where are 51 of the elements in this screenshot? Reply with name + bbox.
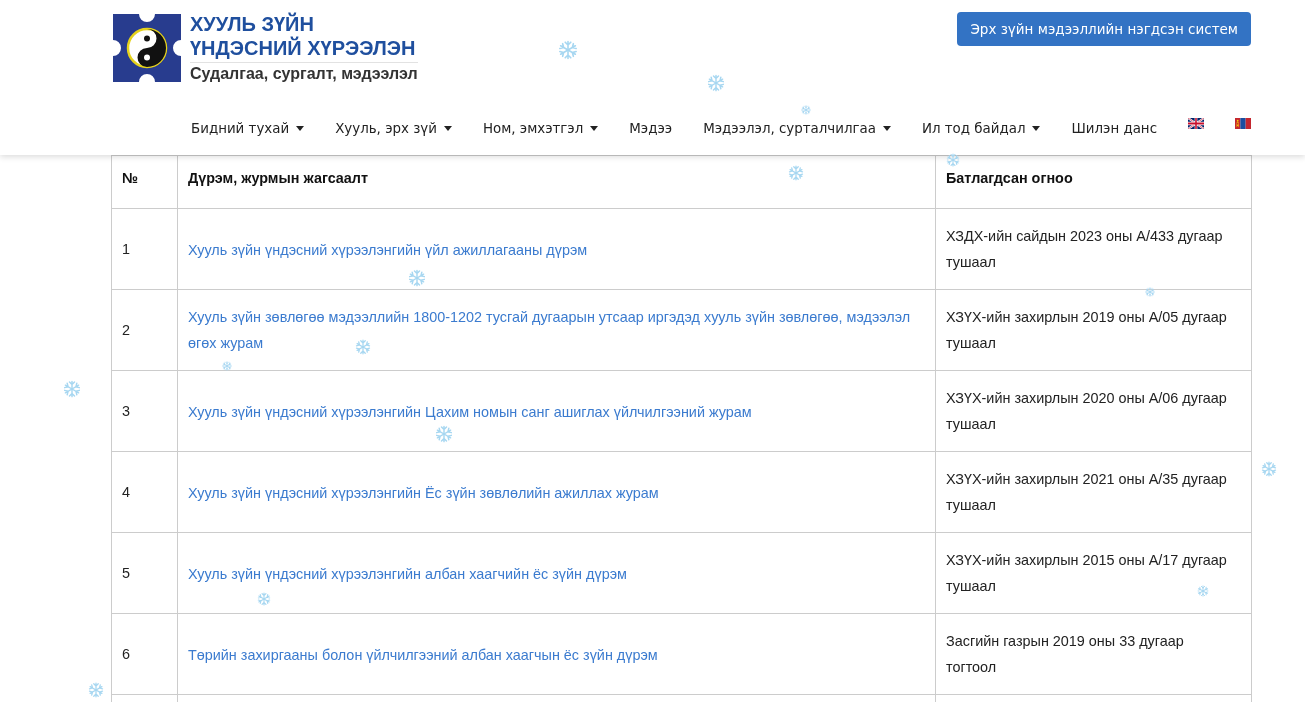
- column-header: Батлагдсан огноо: [935, 155, 1252, 209]
- snowflake-icon: [946, 153, 960, 167]
- nav-link[interactable]: Бидний тухай: [191, 120, 305, 136]
- snowflake-icon: [88, 682, 104, 698]
- column-header: Дүрэм, журмын жагсаалт: [177, 155, 936, 209]
- row-number-cell: 4: [111, 451, 178, 533]
- snowflake-icon: [801, 105, 811, 115]
- snowflake-icon: [1261, 461, 1277, 477]
- snowflake-icon: [222, 361, 232, 371]
- mongolian-flag-icon[interactable]: [1235, 118, 1251, 129]
- row-number-cell: 2: [111, 289, 178, 371]
- snowflake-icon: [707, 74, 725, 92]
- row-number-cell: 3: [111, 370, 178, 452]
- snowflake-icon: [257, 592, 271, 606]
- caret-icon: [443, 125, 452, 131]
- nav-link[interactable]: Шилэн данс: [1071, 120, 1157, 136]
- rule-link[interactable]: Хууль зүйн үндэсний хүрээлэнгийн албан хаагчийн ёс зүйн дүрэм: [188, 560, 627, 587]
- column-header: №: [111, 155, 178, 209]
- caret-icon: [296, 125, 305, 131]
- approval-cell: ХЗҮХ-ийн захирлын 2020 оны А/06 дугаар тушаал: [935, 370, 1252, 452]
- row-number-cell: 5: [111, 532, 178, 614]
- caret-icon: [590, 125, 599, 131]
- snowflake-icon: [788, 165, 804, 181]
- row-number-cell: 1: [111, 208, 178, 290]
- system-button[interactable]: Эрх зүйн мэдээллийн нэгдсэн систем: [957, 12, 1251, 46]
- logo-title: ХУУЛЬ ЗҮЙН: [190, 12, 315, 36]
- snowflake-icon: [355, 339, 371, 355]
- british-flag-icon[interactable]: [1188, 118, 1204, 129]
- nav-link[interactable]: Ном, эмхэтгэл: [482, 120, 599, 136]
- nav-link[interactable]: Мэдээлэл, сурталчилгаа: [703, 120, 891, 136]
- caret-icon: [1032, 125, 1041, 131]
- snowflake-icon: [63, 380, 81, 398]
- nav-link[interactable]: Мэдээ: [629, 120, 673, 136]
- nav-link[interactable]: Ил тод байдал: [921, 120, 1041, 136]
- approval-cell: ХЗҮХ-ийн захирлын 2021 оны А/35 дугаар тушаал: [935, 451, 1252, 533]
- snowflake-icon: [435, 425, 453, 443]
- snowflake-icon: [408, 269, 426, 287]
- approval-cell: Засгийн газрын 2019 оны 33 дугаар тогтоол: [935, 613, 1252, 695]
- approval-cell: ХЗҮХ-ийн захирлын 2015 оны А/17 дугаар тушаал: [935, 532, 1252, 614]
- nav-link[interactable]: Хууль, эрх зүй: [335, 120, 452, 136]
- logo-emblem-icon[interactable]: [113, 14, 181, 82]
- row-number-cell: 6: [111, 613, 178, 695]
- snowflake-icon: [1197, 585, 1209, 597]
- caret-icon: [882, 125, 891, 131]
- approval-cell: ХЗҮХ-ийн захирлын 2019 оны А/05 дугаар тушаал: [935, 289, 1252, 371]
- rule-link[interactable]: Хууль зүйн үндэсний хүрээлэнгийн үйл ажиллагааны дүрэм: [188, 236, 588, 263]
- logo-title: ҮНДЭСНИЙ ХҮРЭЭЛЭН: [190, 36, 417, 60]
- approval-cell: ХЗДХ-ийн сайдын 2023 оны А/433 дугаар тушаал: [935, 208, 1252, 290]
- logo-subtitle: Судалгаа, сургалт, мэдээлэл: [190, 62, 418, 84]
- snowflake-icon: [558, 40, 578, 60]
- snowflake-icon: [1145, 287, 1155, 297]
